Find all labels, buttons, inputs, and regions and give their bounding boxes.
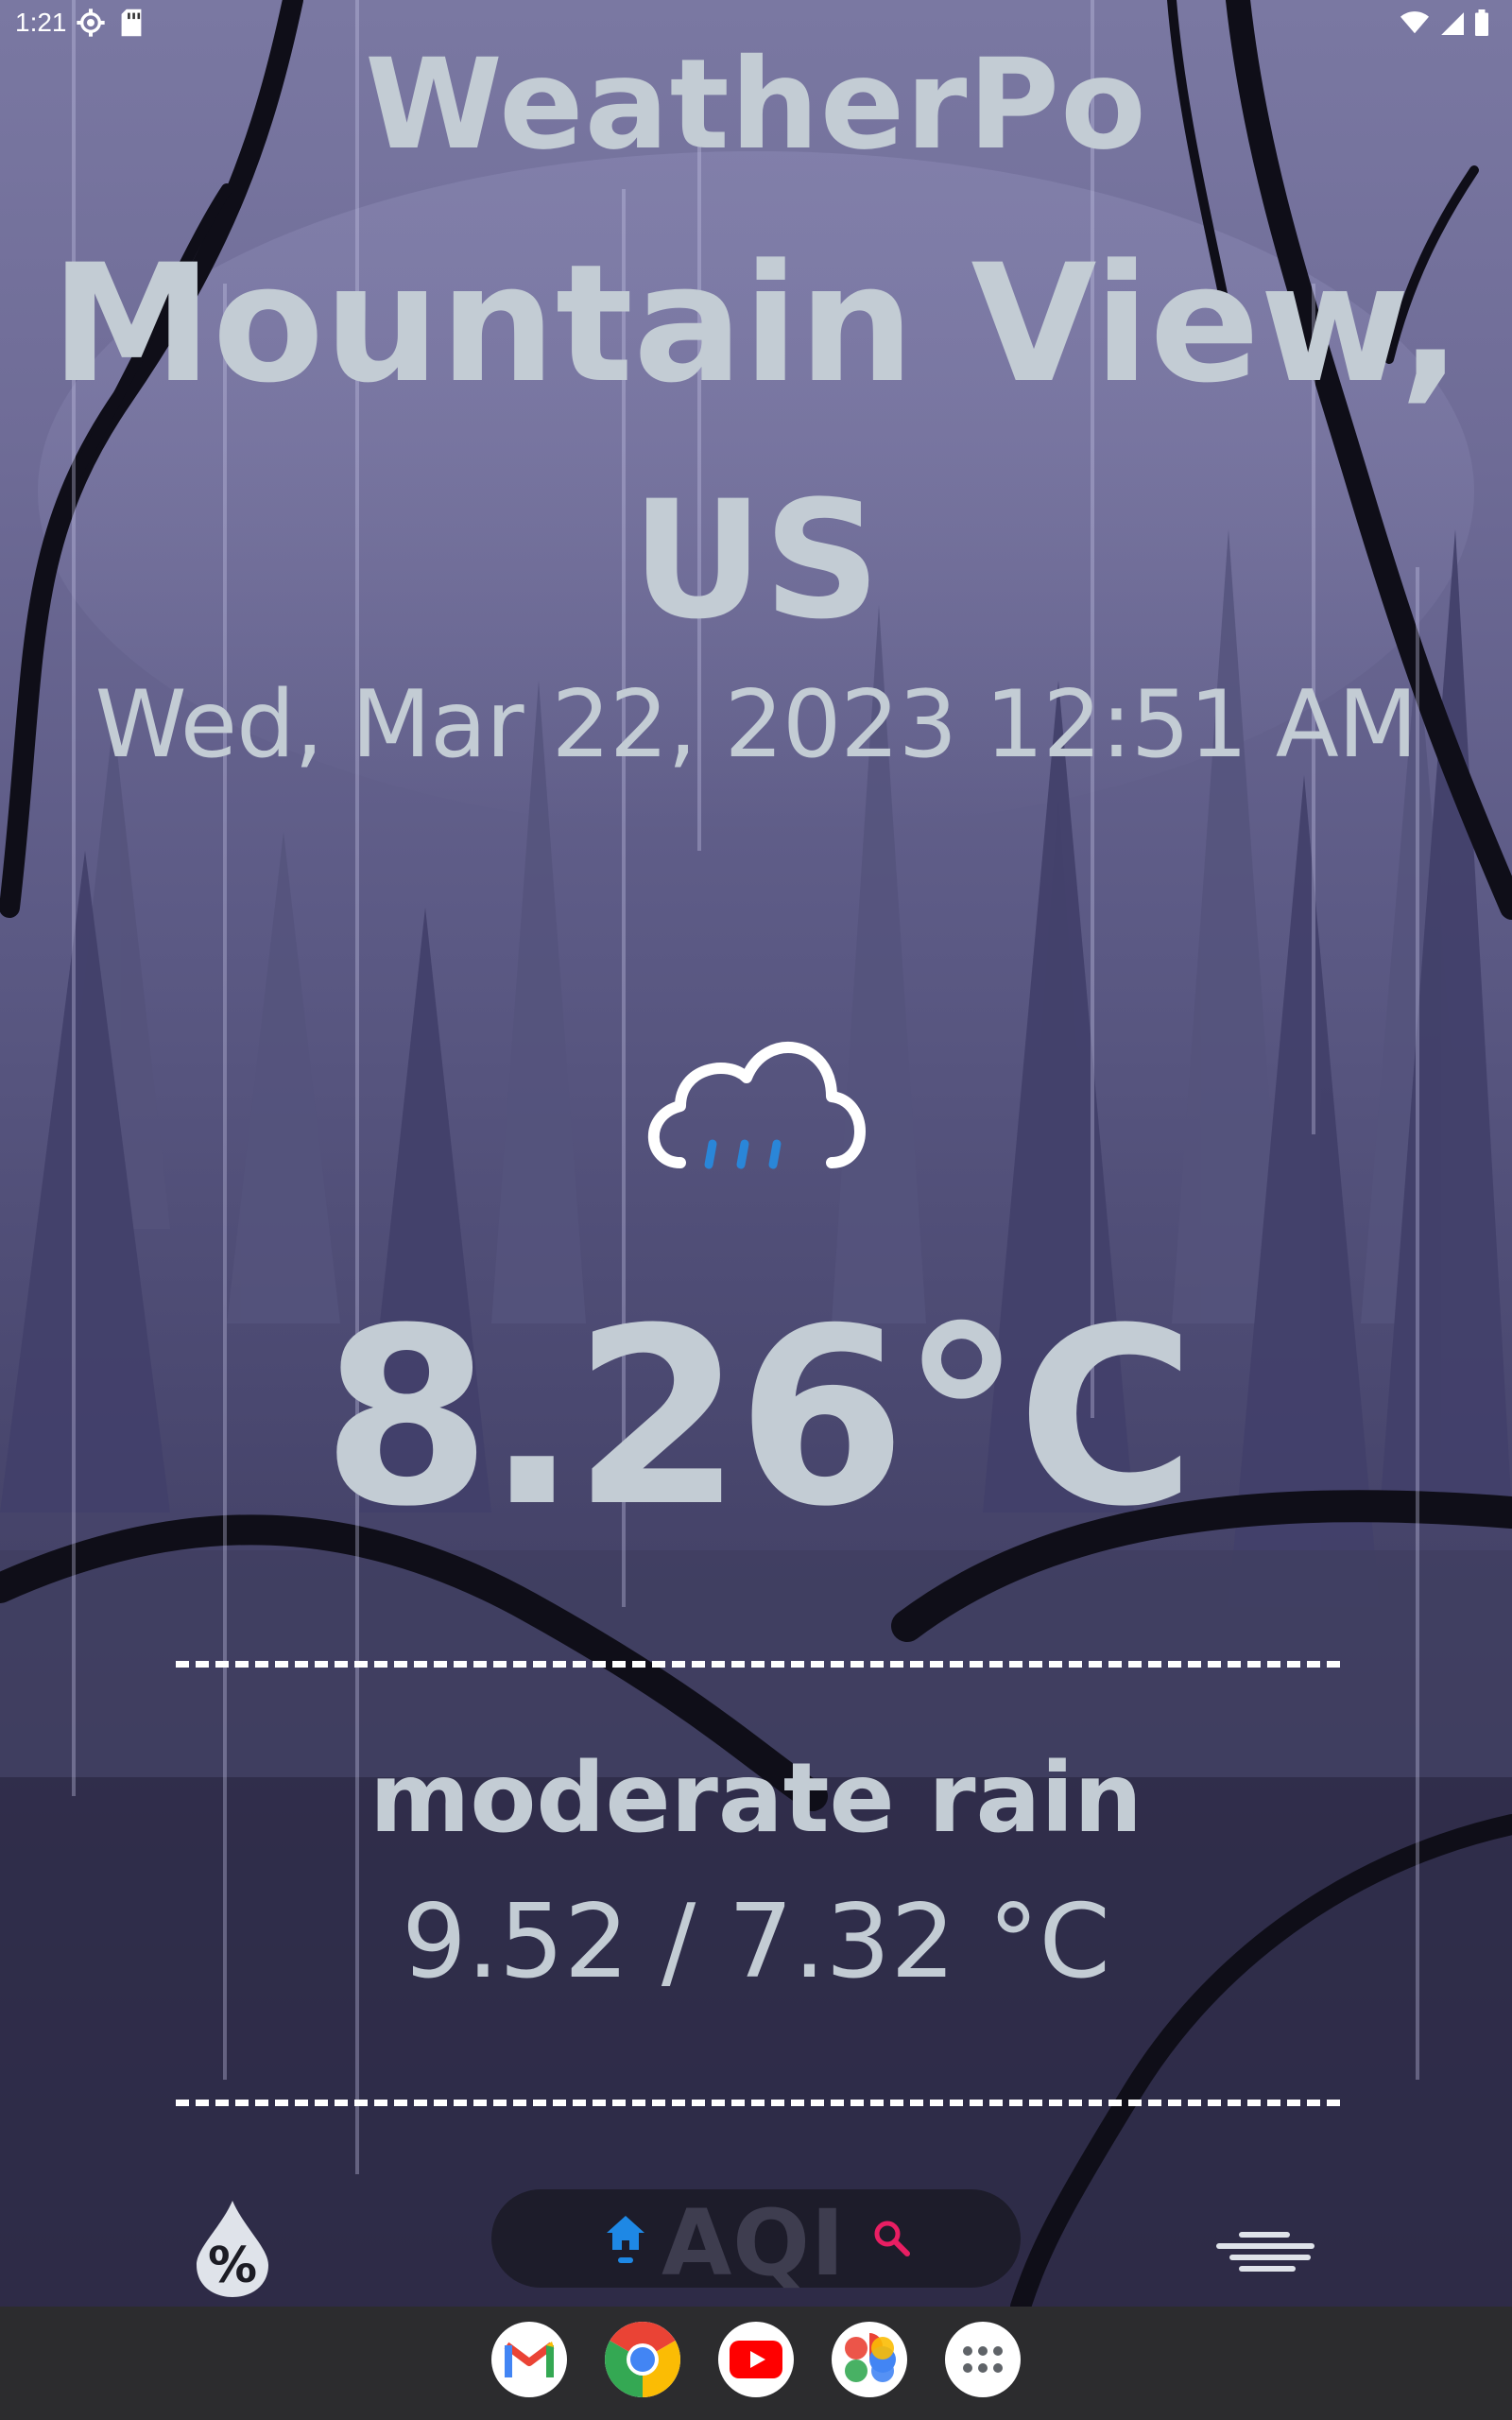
chrome-app-icon[interactable] xyxy=(605,2322,680,2397)
svg-text:%: % xyxy=(208,2238,257,2294)
aqi-tab[interactable]: AQI xyxy=(662,2191,846,2295)
current-temperature: 8.26°C xyxy=(321,1276,1196,1560)
signal-icon xyxy=(1441,12,1464,35)
location-label: Mountain View, US xyxy=(0,206,1512,679)
photos-app-icon[interactable] xyxy=(832,2322,907,2397)
wifi-icon xyxy=(1400,11,1429,34)
weather-description: moderate rain xyxy=(369,1742,1143,1855)
battery-icon xyxy=(1475,9,1488,36)
country-code: US xyxy=(631,465,881,655)
search-icon[interactable] xyxy=(871,2218,913,2259)
divider-top xyxy=(176,1661,1340,1668)
date-time: Wed, Mar 22, 2023 12:51 AM xyxy=(94,671,1418,779)
app-dock xyxy=(0,2307,1512,2420)
app-title: WeatherPo xyxy=(365,32,1147,178)
youtube-app-icon[interactable] xyxy=(718,2322,794,2397)
weather-screen: 1:21 WeatherPo Mountain View, US Wed, Ma… xyxy=(0,0,1512,2420)
gmail-app-icon[interactable] xyxy=(491,2322,567,2397)
home-icon[interactable] xyxy=(605,2212,646,2265)
humidity-icon[interactable]: % xyxy=(193,2199,272,2299)
city-name: Mountain View, xyxy=(50,229,1462,419)
fog-icon[interactable] xyxy=(1213,2229,1317,2274)
min-max-temperature: 9.52 / 7.32 °C xyxy=(402,1883,1110,2001)
rain-cloud-icon xyxy=(647,1042,866,1169)
divider-bottom xyxy=(176,2100,1340,2106)
app-drawer-icon[interactable] xyxy=(945,2322,1021,2397)
